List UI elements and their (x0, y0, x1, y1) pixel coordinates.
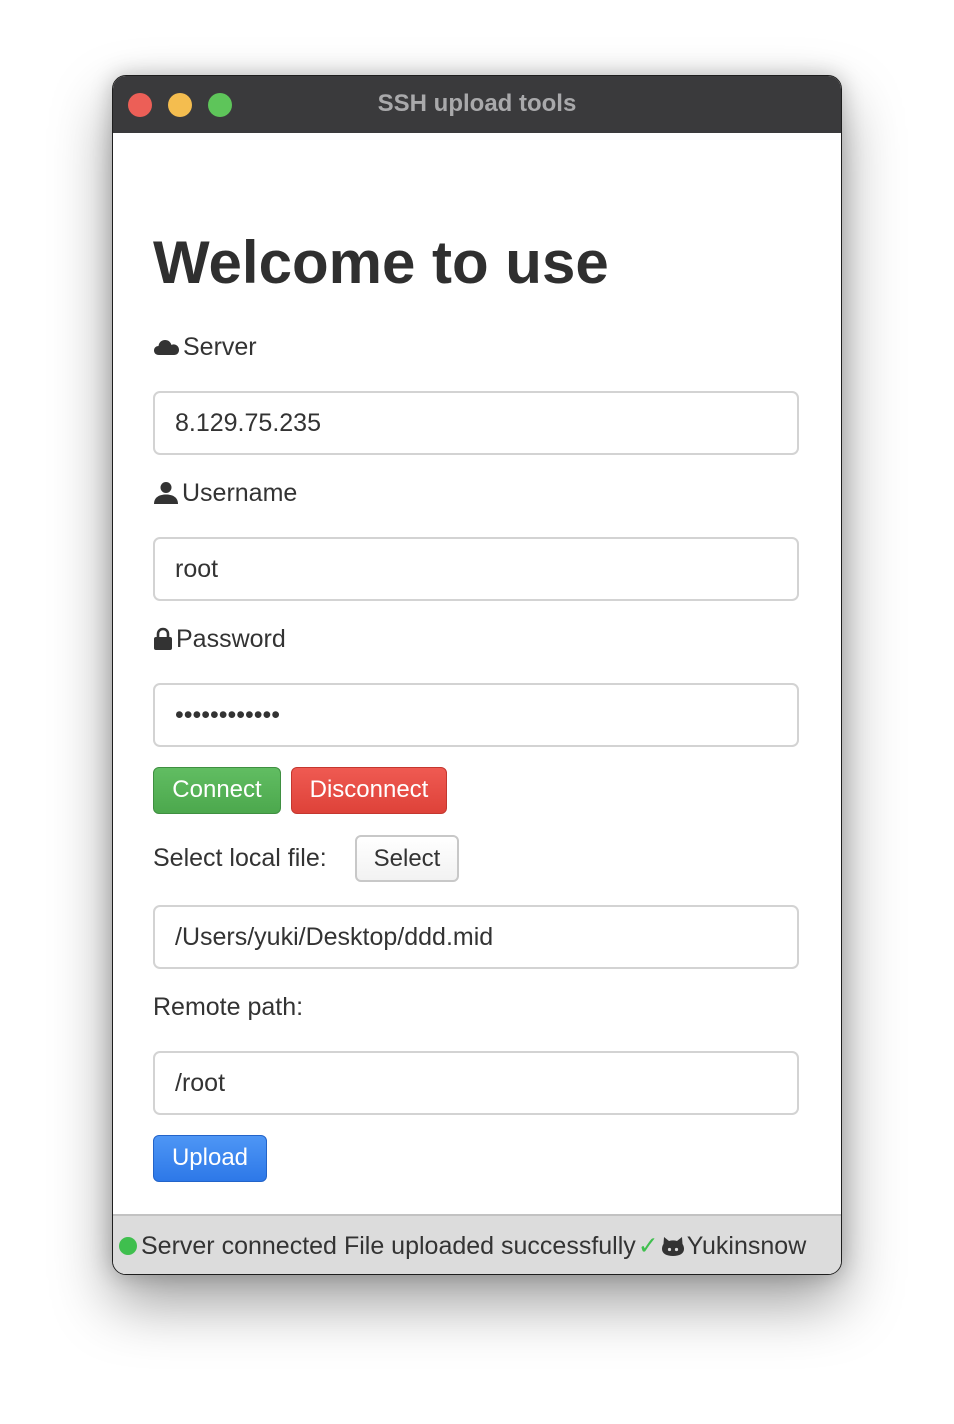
checkmark-icon: ✓ (637, 1232, 659, 1260)
status-bar: Server connected File uploaded successfu… (113, 1214, 841, 1274)
password-label: Password (153, 624, 286, 654)
server-label-text: Server (183, 332, 257, 361)
server-input[interactable] (153, 391, 799, 455)
upload-status-text: File uploaded successfully (343, 1231, 636, 1260)
password-label-text: Password (176, 624, 286, 653)
window-title: SSH upload tools (377, 90, 577, 117)
select-file-button[interactable]: Select (355, 835, 459, 882)
page-heading: Welcome to use (153, 229, 609, 296)
title-bar: SSH upload tools (113, 76, 841, 133)
password-input[interactable] (153, 683, 799, 747)
github-icon (661, 1237, 684, 1256)
local-file-label: Select local file: (153, 843, 327, 872)
user-icon (154, 482, 178, 504)
cloud-icon (154, 340, 179, 355)
upload-button[interactable]: Upload (153, 1135, 267, 1182)
remote-path-label: Remote path: (153, 992, 304, 1021)
lock-icon (154, 627, 172, 650)
remote-path-input[interactable] (153, 1051, 799, 1115)
disconnect-button[interactable]: Disconnect (291, 767, 447, 814)
app-window: SSH upload tools Welcome to use Server U… (112, 75, 842, 1275)
connect-button[interactable]: Connect (153, 767, 281, 814)
username-input[interactable] (153, 537, 799, 601)
username-label: Username (153, 478, 297, 508)
connection-status-dot (119, 1237, 137, 1255)
local-file-input[interactable] (153, 905, 799, 969)
connection-status-text: Server connected (141, 1231, 337, 1260)
server-label: Server (153, 332, 257, 362)
author-link[interactable]: Yukinsnow (687, 1232, 807, 1261)
username-label-text: Username (182, 478, 298, 507)
